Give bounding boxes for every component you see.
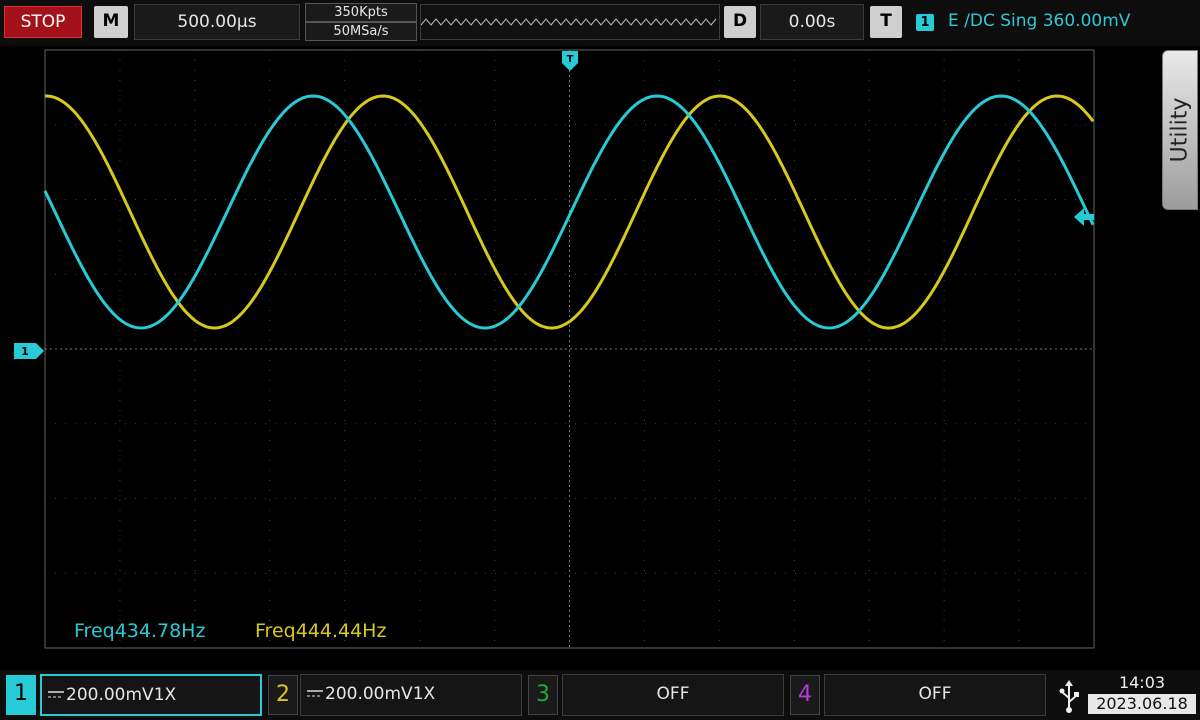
memory-depth-display: 350Kpts: [305, 3, 417, 22]
delay-display[interactable]: 0.00s: [760, 4, 864, 40]
ch4-state[interactable]: OFF: [824, 674, 1046, 716]
trigger-marker-label: T: [567, 54, 574, 65]
trigger-position-marker[interactable]: T: [562, 51, 578, 71]
sample-rate-display: 50MSa/s: [305, 22, 417, 41]
ch1-frequency-measurement: Freq434.78Hz: [74, 620, 205, 642]
timebase-display[interactable]: 500.00µs: [134, 4, 300, 40]
ch2-frequency-measurement: Freq444.44Hz: [255, 620, 386, 642]
waveform-overview: [420, 4, 720, 40]
ch2-probe: 1X: [412, 684, 436, 704]
ch3-state[interactable]: OFF: [562, 674, 784, 716]
utility-menu-tab[interactable]: Utility: [1162, 50, 1198, 210]
trigger-source-badge: 1: [916, 14, 934, 31]
waveform-overview-icon: [420, 18, 717, 26]
utility-label: Utility: [1167, 97, 1193, 163]
trigger-info[interactable]: E /DC Sing 360.00mV: [948, 6, 1188, 38]
ch1-settings[interactable]: 200.00mV1X: [40, 674, 262, 716]
clock-date: 2023.06.18: [1088, 694, 1196, 714]
ch1-scale: 200.00mV: [66, 685, 154, 705]
ch3-number-badge[interactable]: 3: [528, 675, 558, 715]
ch4-number-badge[interactable]: 4: [790, 675, 820, 715]
channel-status-bar: 1 200.00mV1X 2 200.00mV1X 3 OFF 4 OFF 14…: [0, 670, 1200, 720]
waveform-display[interactable]: T 1 Freq434.78Hz Freq444.44Hz: [0, 46, 1200, 670]
ch1-number-badge[interactable]: 1: [6, 675, 36, 715]
delay-key-button[interactable]: D: [724, 6, 756, 38]
dc-coupling-icon: [48, 676, 66, 714]
ch2-settings[interactable]: 200.00mV1X: [300, 674, 522, 716]
trigger-key-button[interactable]: T: [870, 6, 902, 38]
dc-coupling-icon: [307, 675, 325, 713]
run-stop-button[interactable]: STOP: [4, 6, 82, 38]
clock-time: 14:03: [1118, 673, 1166, 692]
ch2-number-badge[interactable]: 2: [268, 675, 298, 715]
ch1-ground-marker[interactable]: 1: [14, 343, 44, 359]
top-status-bar: STOP M 500.00µs 350Kpts 50MSa/s D 0.00s …: [0, 0, 1200, 46]
graticule: [44, 49, 1095, 649]
ch1-marker-label: 1: [21, 345, 29, 358]
usb-icon: [1054, 678, 1084, 714]
ch1-probe: 1X: [153, 685, 177, 705]
menu-key-button[interactable]: M: [94, 6, 128, 38]
ch2-scale: 200.00mV: [325, 684, 413, 704]
